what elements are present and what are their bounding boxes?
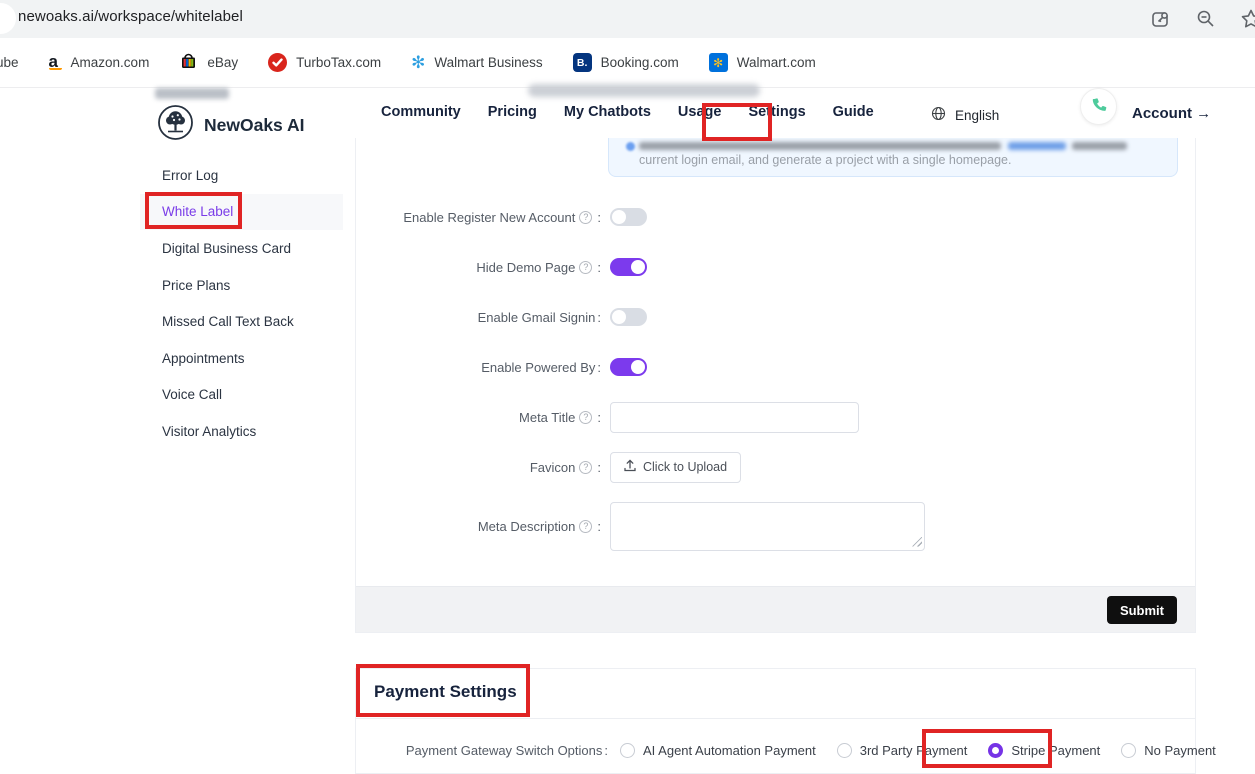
divider — [356, 718, 1195, 719]
sidebar-item-missed-call-text-back[interactable]: Missed Call Text Back — [140, 303, 343, 340]
bookmark-youtube[interactable]: ube — [0, 55, 19, 70]
powered-by-toggle[interactable] — [610, 358, 647, 376]
walmart-square-icon: ✻ — [709, 53, 728, 72]
field-label: Hide Demo Page — [476, 260, 575, 275]
alert-text: current login email, and generate a proj… — [639, 153, 1011, 167]
radio-circle[interactable] — [1121, 743, 1136, 758]
favicon-upload-button[interactable]: Click to Upload — [610, 452, 741, 483]
radio-no-payment[interactable]: No Payment — [1121, 743, 1216, 758]
redacted-text — [155, 88, 229, 99]
radio-stripe-payment[interactable]: Stripe Payment — [988, 743, 1100, 758]
language-selector[interactable]: English — [931, 106, 999, 124]
nav-guide[interactable]: Guide — [833, 104, 874, 120]
redacted-text — [528, 84, 760, 97]
favorite-star-icon[interactable] — [1239, 7, 1255, 31]
browser-chrome-bar: newoaks.ai/workspace/whitelabel — [0, 0, 1255, 38]
password-key-icon[interactable] — [1150, 8, 1173, 31]
newoaks-logo-icon — [156, 103, 195, 147]
nav-my-chatbots[interactable]: My Chatbots — [564, 104, 651, 120]
nav-pricing[interactable]: Pricing — [488, 104, 537, 120]
payment-settings-card: Payment Settings Payment Gateway Switch … — [355, 668, 1196, 774]
sidebar-item-appointments[interactable]: Appointments — [140, 340, 343, 377]
form-row-gmail-signin: Enable Gmail Signin : — [376, 301, 647, 333]
zoom-out-icon[interactable] — [1195, 8, 1217, 30]
bookmark-booking[interactable]: B. Booking.com — [573, 53, 679, 72]
nav-settings[interactable]: Settings — [748, 104, 805, 120]
form-row-powered-by: Enable Powered By : — [376, 351, 647, 383]
nav-community[interactable]: Community — [381, 104, 461, 120]
white-label-form-card: Enable Register New Account ? : Hide Dem… — [355, 138, 1196, 633]
hide-demo-page-toggle[interactable] — [610, 258, 647, 276]
upload-icon — [624, 459, 636, 475]
bookmark-walmart-business[interactable]: ✻ Walmart Business — [411, 54, 543, 71]
field-label: Payment Gateway Switch Options — [406, 743, 603, 758]
help-icon[interactable]: ? — [579, 520, 592, 533]
bookmark-turbotax[interactable]: TurboTax.com — [268, 53, 381, 72]
field-label: Enable Powered By — [481, 360, 595, 375]
help-icon[interactable]: ? — [579, 461, 592, 474]
help-icon[interactable]: ? — [579, 211, 592, 224]
meta-description-textarea[interactable] — [610, 502, 925, 551]
nav-usage[interactable]: Usage — [678, 104, 722, 120]
address-bar-url[interactable]: newoaks.ai/workspace/whitelabel — [18, 8, 243, 25]
help-icon[interactable]: ? — [579, 411, 592, 424]
form-row-enable-register: Enable Register New Account ? : — [376, 201, 647, 233]
account-link[interactable]: Account → — [1132, 105, 1211, 122]
payment-gateway-row: Payment Gateway Switch Options : AI Agen… — [376, 735, 1216, 765]
payment-settings-title: Payment Settings — [374, 682, 517, 702]
meta-title-input[interactable] — [610, 402, 859, 433]
turbotax-check-icon — [268, 53, 287, 72]
app-header: Community Pricing My Chatbots Usage Sett… — [343, 88, 1255, 138]
bookmark-amazon[interactable]: a Amazon.com — [49, 55, 150, 70]
field-label: Meta Description — [478, 519, 576, 534]
radio-ai-agent-automation-payment[interactable]: AI Agent Automation Payment — [620, 743, 816, 758]
radio-3rd-party-payment[interactable]: 3rd Party Payment — [837, 743, 968, 758]
submit-button[interactable]: Submit — [1107, 596, 1177, 624]
brand-name: NewOaks AI — [204, 115, 305, 136]
form-footer: Submit — [356, 586, 1195, 632]
phone-icon — [1090, 96, 1107, 118]
form-row-favicon: Favicon ? : Click to Upload — [376, 451, 741, 483]
form-row-meta-title: Meta Title ? : — [376, 401, 859, 433]
bookmark-ebay[interactable]: eBay — [179, 52, 238, 74]
walmart-spark-icon: ✻ — [411, 54, 425, 71]
sidebar-item-white-label[interactable]: White Label — [140, 194, 343, 231]
phone-avatar[interactable] — [1080, 88, 1117, 125]
field-label: Enable Register New Account — [403, 210, 575, 225]
sidebar-item-voice-call[interactable]: Voice Call — [140, 377, 343, 414]
sidebar-item-price-plans[interactable]: Price Plans — [140, 267, 343, 304]
sidebar-item-digital-business-card[interactable]: Digital Business Card — [140, 230, 343, 267]
globe-icon — [931, 106, 946, 124]
help-icon[interactable]: ? — [579, 261, 592, 274]
address-bar-pill — [0, 3, 16, 34]
gmail-signin-toggle[interactable] — [610, 308, 647, 326]
amazon-icon: a — [49, 55, 62, 70]
sidebar-item-error-log[interactable]: Error Log — [140, 157, 343, 194]
field-label: Enable Gmail Signin — [478, 310, 596, 325]
booking-icon: B. — [573, 53, 592, 72]
redacted-text — [639, 142, 1001, 150]
payment-radio-group: AI Agent Automation Payment 3rd Party Pa… — [614, 743, 1216, 758]
top-nav: Community Pricing My Chatbots Usage Sett… — [381, 104, 874, 120]
radio-circle-checked[interactable] — [988, 743, 1003, 758]
field-label: Favicon — [530, 460, 576, 475]
radio-circle[interactable] — [837, 743, 852, 758]
redacted-link — [1008, 142, 1066, 150]
info-icon — [626, 142, 635, 151]
sidebar: NewOaks AI Error Log White Label Digital… — [140, 88, 343, 773]
language-label: English — [955, 108, 999, 123]
bookmarks-bar: ube a Amazon.com eBay TurboTax.com ✻ Wal… — [0, 38, 1255, 88]
form-row-hide-demo: Hide Demo Page ? : — [376, 251, 647, 283]
sidebar-item-visitor-analytics[interactable]: Visitor Analytics — [140, 413, 343, 450]
field-label: Meta Title — [519, 410, 575, 425]
ebay-bag-icon — [179, 52, 198, 74]
redacted-text — [1072, 142, 1127, 150]
enable-register-toggle[interactable] — [610, 208, 647, 226]
bookmark-walmart-com[interactable]: ✻ Walmart.com — [709, 53, 816, 72]
sidebar-nav: Error Log White Label Digital Business C… — [140, 157, 343, 450]
radio-circle[interactable] — [620, 743, 635, 758]
form-row-meta-description: Meta Description ? : — [376, 501, 925, 551]
brand: NewOaks AI — [156, 103, 305, 147]
